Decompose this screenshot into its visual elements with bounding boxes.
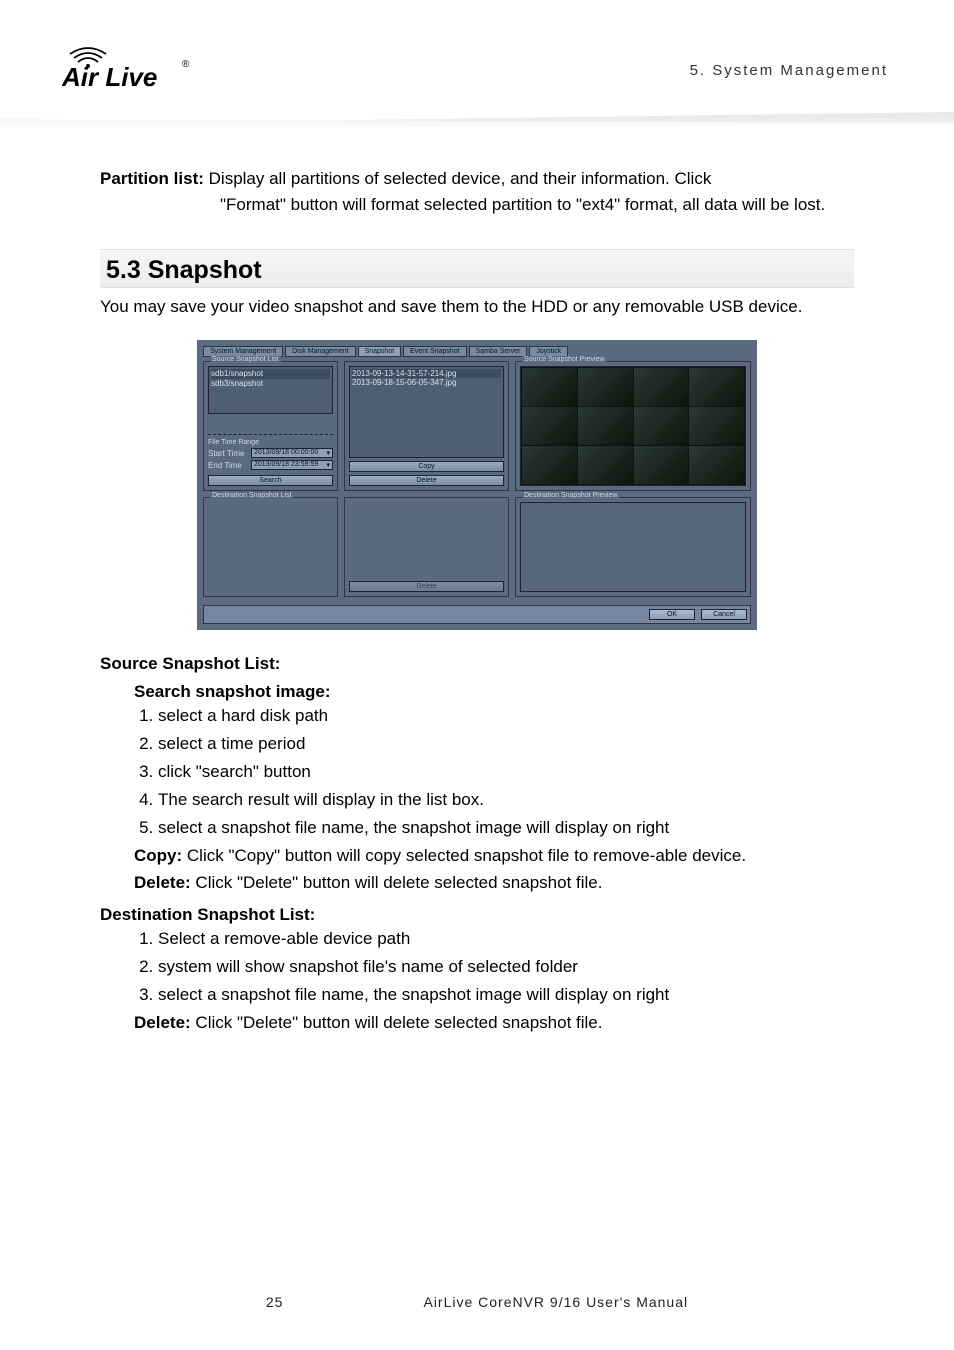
source-file-item[interactable]: 2013-09-13-14-31-57-214.jpg xyxy=(352,369,501,378)
source-preview-image xyxy=(520,366,746,486)
destination-snapshot-list-panel: Destination Snapshot List xyxy=(203,497,338,597)
destination-snapshot-preview-panel: Destination Snapshot Preview xyxy=(515,497,751,597)
cancel-button[interactable]: Cancel xyxy=(701,609,747,620)
partition-list-label: Partition list: xyxy=(100,169,204,188)
end-time-value: 2013/09/18 23:59:59 xyxy=(254,461,318,469)
partition-list-line1: Display all partitions of selected devic… xyxy=(209,169,712,188)
tab-disk-management[interactable]: Disk Management xyxy=(285,346,355,357)
source-snapshot-list-heading: Source Snapshot List: xyxy=(100,654,854,674)
search-step: select a hard disk path xyxy=(158,702,854,730)
search-steps-list: select a hard disk path select a time pe… xyxy=(158,702,854,842)
destination-step: select a snapshot file name, the snapsho… xyxy=(158,981,854,1009)
destination-delete-label: Delete: xyxy=(134,1013,191,1032)
source-snapshot-list-legend: Source Snapshot List xyxy=(210,356,281,363)
svg-text:®: ® xyxy=(182,59,190,70)
search-snapshot-image-heading: Search snapshot image: xyxy=(134,682,854,702)
tab-samba-server[interactable]: Samba Server xyxy=(469,346,528,357)
source-snapshot-list-panel: Source Snapshot List sdb1/snapshot sdb3/… xyxy=(203,361,338,491)
copy-button[interactable]: Copy xyxy=(349,461,504,472)
destination-delete-description: Delete: Click "Delete" button will delet… xyxy=(134,1009,854,1036)
tab-snapshot[interactable]: Snapshot xyxy=(358,346,402,357)
copy-text: Click "Copy" button will copy selected s… xyxy=(182,846,746,865)
destination-steps-list: Select a remove-able device path system … xyxy=(158,925,854,1009)
page-footer: 25 AirLive CoreNVR 9/16 User's Manual xyxy=(0,1294,954,1310)
delete-label: Delete: xyxy=(134,873,191,892)
page-number: 25 xyxy=(266,1294,284,1310)
destination-step: Select a remove-able device path xyxy=(158,925,854,953)
chapter-label: 5. System Management xyxy=(690,62,888,79)
source-file-listbox[interactable]: 2013-09-13-14-31-57-214.jpg 2013-09-18-1… xyxy=(349,366,504,458)
source-snapshot-preview-legend: Source Snapshot Preview xyxy=(522,356,607,363)
tab-event-snapshot[interactable]: Event Snapshot xyxy=(403,346,466,357)
start-time-input[interactable]: 2013/09/18 00:00:00 ▾ xyxy=(251,448,333,458)
source-file-item[interactable]: 2013-09-18-15-06-05-347.jpg xyxy=(352,378,501,387)
chevron-down-icon: ▾ xyxy=(326,461,330,469)
snapshot-dialog-screenshot: System Management Disk Management Snapsh… xyxy=(197,340,757,630)
source-snapshot-preview-panel: Source Snapshot Preview xyxy=(515,361,751,491)
copy-label: Copy: xyxy=(134,846,182,865)
destination-snapshot-list-legend: Destination Snapshot List xyxy=(210,492,293,499)
destination-step: system will show snapshot file's name of… xyxy=(158,953,854,981)
search-button[interactable]: Search xyxy=(208,475,333,486)
section-intro: You may save your video snapshot and sav… xyxy=(100,294,854,320)
footer-manual-title: AirLive CoreNVR 9/16 User's Manual xyxy=(423,1294,688,1310)
delete-button[interactable]: Delete xyxy=(349,475,504,486)
dialog-button-bar: OK Cancel xyxy=(203,605,751,624)
copy-description: Copy: Click "Copy" button will copy sele… xyxy=(134,842,854,869)
delete-description: Delete: Click "Delete" button will delet… xyxy=(134,869,854,896)
source-path-item[interactable]: sdb1/snapshot xyxy=(211,369,330,379)
ok-button[interactable]: OK xyxy=(649,609,695,620)
destination-snapshot-list-heading: Destination Snapshot List: xyxy=(100,905,854,925)
svg-text:Air Live: Air Live xyxy=(62,62,157,92)
destination-snapshot-preview-legend: Destination Snapshot Preview xyxy=(522,492,619,499)
end-time-label: End Time xyxy=(208,461,248,470)
destination-delete-text: Click "Delete" button will delete select… xyxy=(191,1013,603,1032)
file-time-range-group: File Time Range Start Time 2013/09/18 00… xyxy=(208,434,333,486)
header-stripe xyxy=(0,112,954,130)
search-step: select a time period xyxy=(158,730,854,758)
source-file-list-panel: 2013-09-13-14-31-57-214.jpg 2013-09-18-1… xyxy=(344,361,509,491)
partition-list-line2: "Format" button will format selected par… xyxy=(220,192,854,218)
brand-logo: Air Live ® xyxy=(62,40,202,92)
start-time-value: 2013/09/18 00:00:00 xyxy=(254,449,318,457)
source-path-listbox[interactable]: sdb1/snapshot sdb3/snapshot xyxy=(208,366,333,414)
dialog-tab-bar: System Management Disk Management Snapsh… xyxy=(203,346,751,357)
delete-text: Click "Delete" button will delete select… xyxy=(191,873,603,892)
destination-delete-button[interactable]: Delete xyxy=(349,581,504,592)
end-time-input[interactable]: 2013/09/18 23:59:59 ▾ xyxy=(251,460,333,470)
page-header: Air Live ® 5. System Management xyxy=(0,0,954,130)
search-step: select a snapshot file name, the snapsho… xyxy=(158,814,854,842)
destination-file-panel: Delete xyxy=(344,497,509,597)
file-time-range-legend: File Time Range xyxy=(208,439,333,446)
destination-preview-image xyxy=(520,502,746,592)
chevron-down-icon: ▾ xyxy=(326,449,330,457)
search-step: The search result will display in the li… xyxy=(158,786,854,814)
section-heading: 5.3 Snapshot xyxy=(100,249,854,288)
search-step: click "search" button xyxy=(158,758,854,786)
source-path-item[interactable]: sdb3/snapshot xyxy=(211,379,330,389)
start-time-label: Start Time xyxy=(208,449,248,458)
partition-list-paragraph: Partition list: Display all partitions o… xyxy=(100,166,854,219)
